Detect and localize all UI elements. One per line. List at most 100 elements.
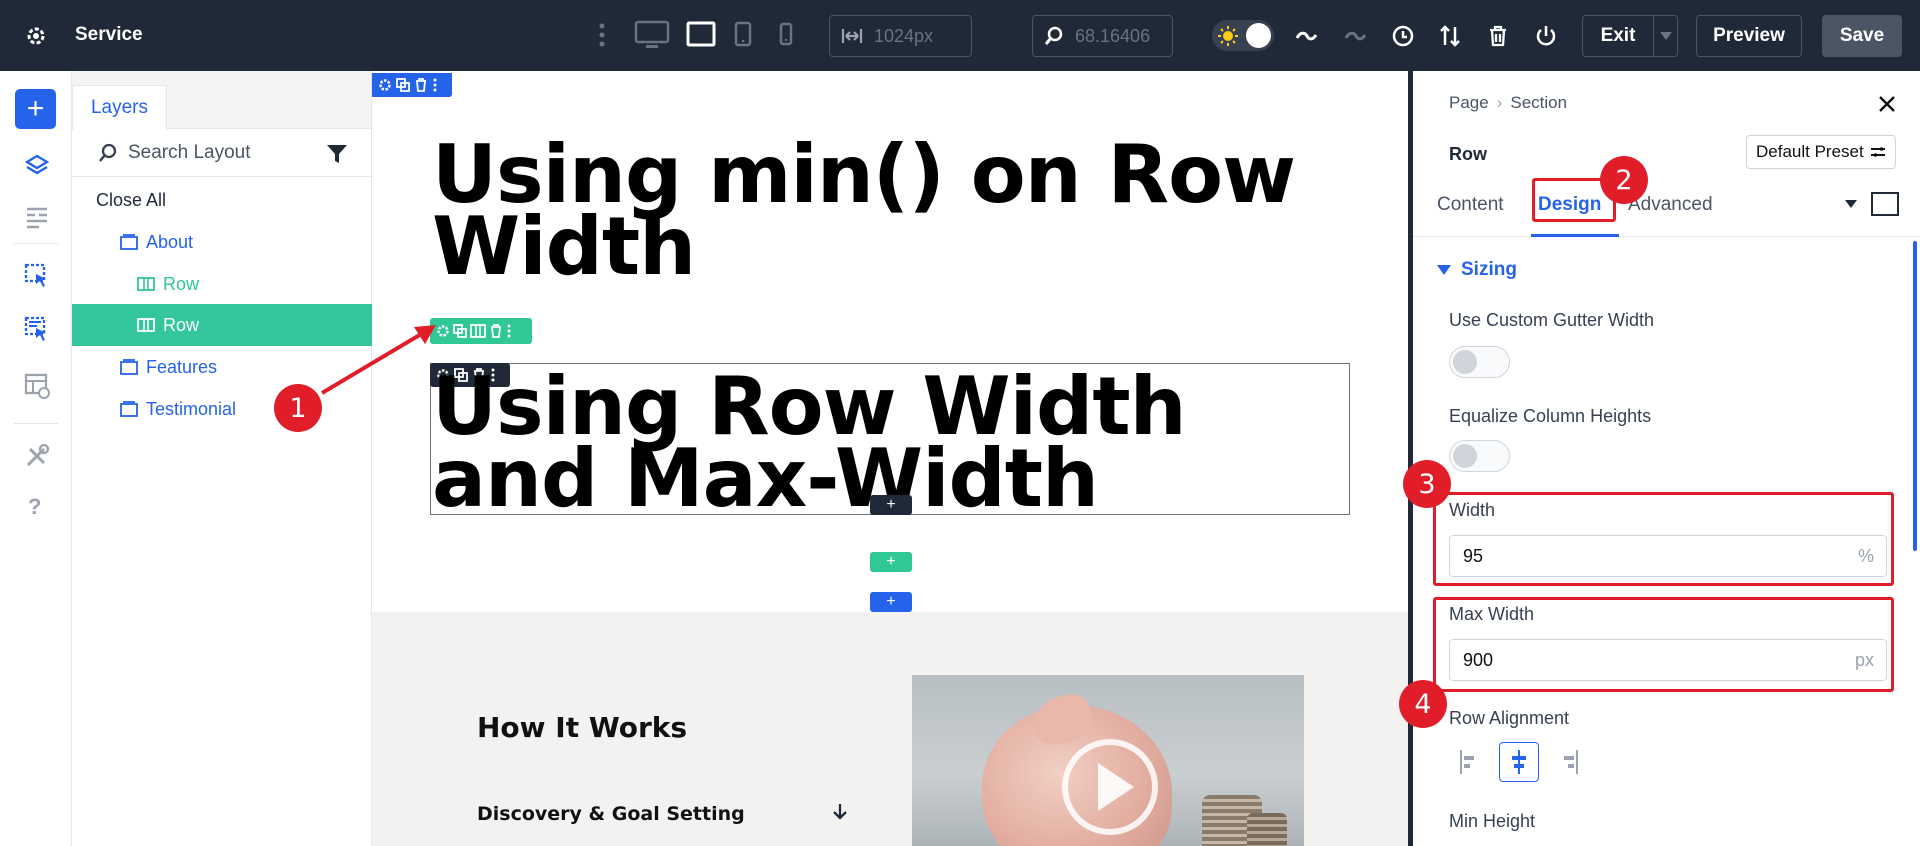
breadcrumb: Page › Section — [1449, 93, 1567, 113]
tab-advanced[interactable]: Advanced — [1628, 194, 1713, 216]
tree-item-features[interactable]: Features — [72, 346, 372, 388]
save-button[interactable]: Save — [1822, 15, 1902, 57]
row-icon — [137, 276, 155, 292]
tablet-view-icon[interactable] — [733, 20, 753, 50]
columns-icon[interactable] — [470, 324, 486, 338]
sun-icon — [1218, 26, 1238, 46]
history-icon[interactable] — [1391, 24, 1415, 48]
accordion-title[interactable]: Discovery & Goal Setting — [477, 803, 745, 825]
scrollbar[interactable] — [1913, 241, 1917, 551]
help-icon[interactable]: ? — [28, 494, 41, 520]
theme-toggle[interactable] — [1212, 20, 1274, 51]
gear-icon[interactable] — [436, 324, 450, 338]
caret-down-icon — [1437, 265, 1451, 275]
redo-icon[interactable] — [1343, 24, 1367, 48]
section-icon — [120, 359, 138, 375]
row-icon — [137, 317, 155, 333]
add-section-button[interactable]: + — [870, 592, 912, 612]
select-element-icon[interactable] — [24, 263, 50, 291]
tree-item-about[interactable]: About — [72, 221, 372, 263]
add-element-button[interactable]: + — [15, 89, 56, 129]
desktop-view-icon[interactable] — [634, 20, 670, 50]
tab-content[interactable]: Content — [1437, 194, 1504, 216]
more-options-icon[interactable] — [595, 22, 609, 48]
more-icon[interactable] — [432, 78, 438, 92]
section-icon — [120, 401, 138, 417]
annotation-badge-4: 4 — [1399, 680, 1447, 728]
breadcrumb-page[interactable]: Page — [1449, 93, 1489, 113]
zoom-icon — [1043, 25, 1065, 47]
more-icon[interactable] — [506, 324, 512, 338]
close-icon[interactable] — [1878, 95, 1896, 113]
element-name: Row — [1449, 144, 1487, 164]
how-it-works-heading[interactable]: How It Works — [477, 711, 687, 744]
layers-search[interactable]: Search Layout — [72, 129, 371, 177]
page-settings-icon[interactable] — [24, 204, 50, 230]
preset-settings-icon — [1870, 145, 1886, 159]
add-module-button[interactable]: + — [870, 495, 912, 515]
breadcrumb-section[interactable]: Section — [1510, 93, 1567, 113]
align-right-button[interactable] — [1549, 742, 1589, 782]
row-alignment-buttons — [1449, 742, 1589, 782]
gear-icon[interactable] — [378, 78, 392, 92]
tools-icon[interactable] — [24, 443, 50, 469]
canvas-width-field[interactable]: 1024px — [829, 15, 972, 57]
exit-dropdown-chevron-icon[interactable] — [1654, 32, 1677, 40]
add-row-button[interactable]: + — [870, 552, 912, 572]
heading-row-width-max-width[interactable]: Using Row Width and Max-Width — [432, 367, 1352, 519]
heading-min-row-width[interactable]: Using min() on Row Width — [432, 135, 1332, 287]
phone-view-icon[interactable] — [776, 20, 796, 50]
max-width-highlight — [1433, 597, 1894, 692]
sizing-group-toggle[interactable]: Sizing — [1437, 259, 1517, 281]
exit-label: Exit — [1600, 25, 1636, 46]
row-toolbar[interactable] — [430, 318, 532, 344]
preview-button[interactable]: Preview — [1696, 15, 1802, 57]
exit-button[interactable]: Exit — [1582, 15, 1678, 57]
layers-panel: Layers Search Layout Close All About Row… — [72, 71, 372, 846]
equalize-heights-toggle[interactable] — [1449, 440, 1510, 472]
expand-panel-icon[interactable] — [1871, 192, 1899, 216]
page-title: Service — [75, 24, 143, 45]
delete-icon[interactable] — [414, 78, 428, 92]
search-input[interactable]: Search Layout — [128, 142, 251, 164]
tree-item-row-active[interactable]: Row — [72, 304, 372, 346]
settings-panel: Page › Section Row Default Preset Conten… — [1408, 71, 1920, 846]
preview-layout-icon[interactable] — [24, 373, 52, 401]
arrow-down-icon[interactable] — [832, 803, 848, 821]
delete-icon[interactable] — [489, 324, 503, 338]
filter-icon[interactable] — [327, 145, 347, 163]
align-left-button[interactable] — [1449, 742, 1489, 782]
row-alignment-label: Row Alignment — [1449, 708, 1570, 728]
annotation-badge-2: 2 — [1600, 156, 1648, 204]
trash-icon[interactable] — [1486, 24, 1510, 48]
multi-select-icon[interactable] — [24, 316, 50, 344]
preset-dropdown[interactable]: Default Preset — [1746, 135, 1896, 169]
tree-item-testimonial[interactable]: Testimonial — [72, 388, 372, 430]
resize-width-icon — [840, 26, 864, 46]
align-center-button[interactable] — [1499, 742, 1539, 782]
settings-gear-icon[interactable] — [24, 24, 48, 48]
power-icon[interactable] — [1534, 24, 1558, 48]
close-all-button[interactable]: Close All — [72, 179, 372, 221]
video-thumbnail[interactable] — [912, 675, 1304, 846]
section-icon — [120, 234, 138, 250]
toggle-knob — [1246, 23, 1271, 48]
tree-item-row[interactable]: Row — [72, 263, 372, 305]
dropdown-caret-icon[interactable] — [1845, 200, 1857, 208]
width-highlight — [1433, 492, 1894, 586]
gutter-width-label: Use Custom Gutter Width — [1449, 310, 1655, 330]
builder-canvas[interactable]: Using min() on Row Width Using Row Width… — [372, 71, 1408, 846]
laptop-view-icon[interactable] — [686, 20, 716, 50]
layers-tab[interactable]: Layers — [72, 85, 167, 130]
layers-icon[interactable] — [24, 153, 50, 179]
undo-icon[interactable] — [1294, 24, 1318, 48]
duplicate-icon[interactable] — [396, 78, 410, 92]
section-toolbar[interactable] — [372, 73, 452, 97]
zoom-field[interactable]: 68.16406 — [1032, 15, 1173, 57]
min-height-label: Min Height — [1449, 811, 1536, 831]
duplicate-icon[interactable] — [453, 324, 467, 338]
sort-icon[interactable] — [1438, 24, 1462, 48]
gutter-width-toggle[interactable] — [1449, 346, 1510, 378]
search-icon — [98, 143, 118, 163]
settings-tabs: Content Design Advanced — [1413, 186, 1920, 237]
